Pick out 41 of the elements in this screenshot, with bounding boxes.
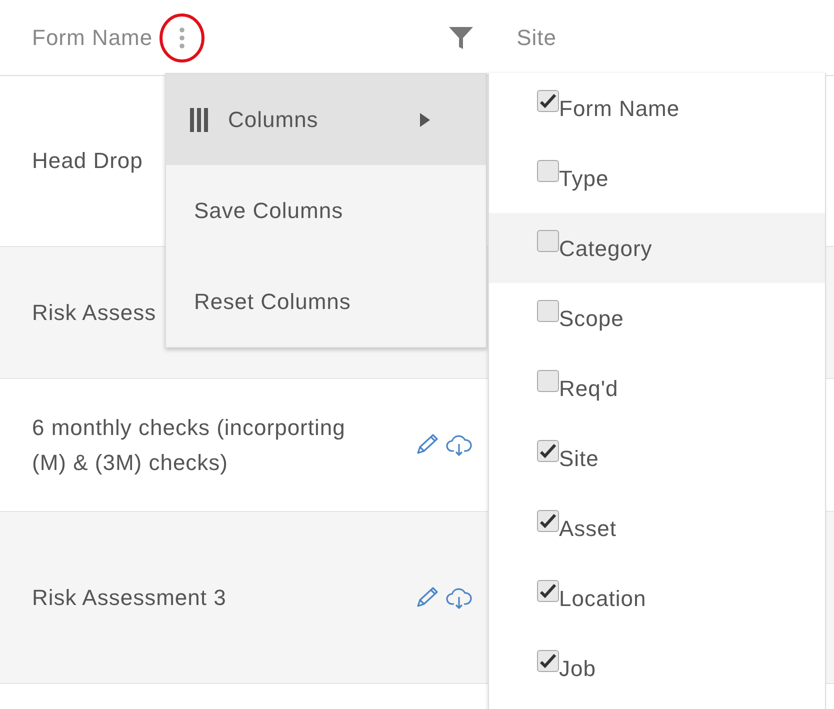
column-header[interactable]: Form Name (32, 21, 153, 54)
check-icon (540, 584, 556, 598)
check-icon (540, 514, 556, 528)
form-name: Head Drop (32, 148, 143, 174)
submenu-arrow-icon (420, 112, 430, 126)
cloud-download-icon[interactable] (446, 586, 472, 610)
checkbox[interactable] (537, 90, 559, 112)
checkbox[interactable] (537, 580, 559, 602)
checkbox-label[interactable]: Form Name (559, 92, 680, 124)
checkbox[interactable] (537, 510, 559, 532)
check-icon (540, 444, 556, 458)
checkbox[interactable] (537, 440, 559, 462)
checkbox-label[interactable]: Scope (559, 302, 624, 334)
menu-item[interactable]: Reset Columns (166, 256, 486, 347)
check-icon (540, 94, 556, 108)
highlight-circle (156, 12, 207, 64)
menu-item[interactable]: Columns (166, 74, 486, 165)
checkbox-label[interactable]: Category (559, 232, 652, 264)
column-header[interactable]: Site (516, 21, 557, 54)
checkbox-label[interactable]: Type (559, 162, 609, 194)
pencil-icon[interactable] (414, 433, 440, 457)
checkbox-label[interactable]: Req'd (559, 372, 618, 404)
columns-icon (190, 108, 208, 132)
checkbox-label[interactable]: Job (559, 652, 596, 684)
checkbox[interactable] (537, 300, 559, 322)
checkbox-label[interactable]: Site (559, 442, 599, 474)
checkbox[interactable] (537, 370, 559, 392)
checkbox[interactable] (537, 230, 559, 252)
check-icon (540, 654, 556, 668)
form-name: Risk Assess (32, 300, 156, 325)
checkbox[interactable] (537, 650, 559, 672)
checkbox-label[interactable]: Asset (559, 512, 617, 544)
pencil-icon[interactable] (414, 586, 440, 610)
checkbox-label[interactable]: Location (559, 582, 646, 614)
filter-icon[interactable] (448, 26, 473, 48)
form-name: Risk Assessment 3 (32, 584, 226, 610)
kebab-menu-icon[interactable] (178, 26, 185, 50)
menu-item[interactable]: Save Columns (166, 165, 486, 256)
checkbox[interactable] (537, 160, 559, 182)
form-name: 6 monthly checks (incorporting (M) & (3M) checks) (32, 414, 346, 475)
cloud-download-icon[interactable] (446, 433, 472, 457)
